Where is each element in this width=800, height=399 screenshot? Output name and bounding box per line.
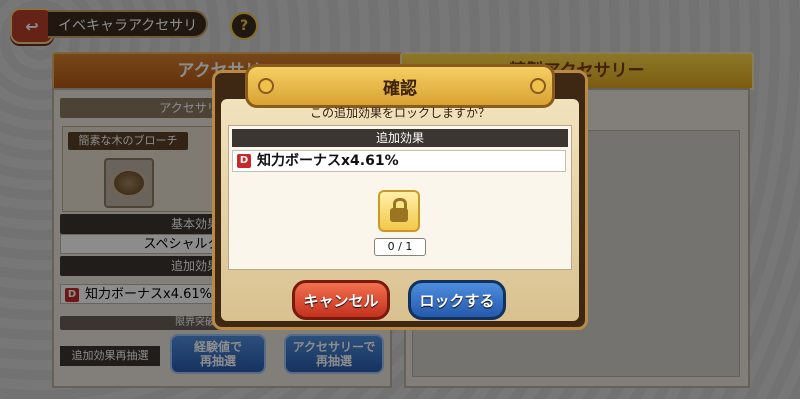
lock-button[interactable]: ロックする bbox=[408, 280, 506, 320]
effect-row: D 知力ボーナスx4.61% bbox=[232, 150, 566, 172]
rank-d-icon: D bbox=[237, 154, 251, 168]
cancel-button[interactable]: キャンセル bbox=[292, 280, 390, 320]
ornament-icon bbox=[258, 78, 274, 94]
effect-value: 知力ボーナスx4.61% bbox=[257, 153, 399, 169]
dialog-title: 確認 bbox=[245, 64, 555, 108]
effect-header: 追加効果 bbox=[232, 129, 568, 147]
ornament-icon bbox=[530, 78, 546, 94]
dialog-question: この追加効果をロックしますか？ bbox=[309, 106, 490, 120]
lock-count: 0 / 1 bbox=[374, 238, 426, 256]
lock-icon bbox=[378, 190, 420, 232]
